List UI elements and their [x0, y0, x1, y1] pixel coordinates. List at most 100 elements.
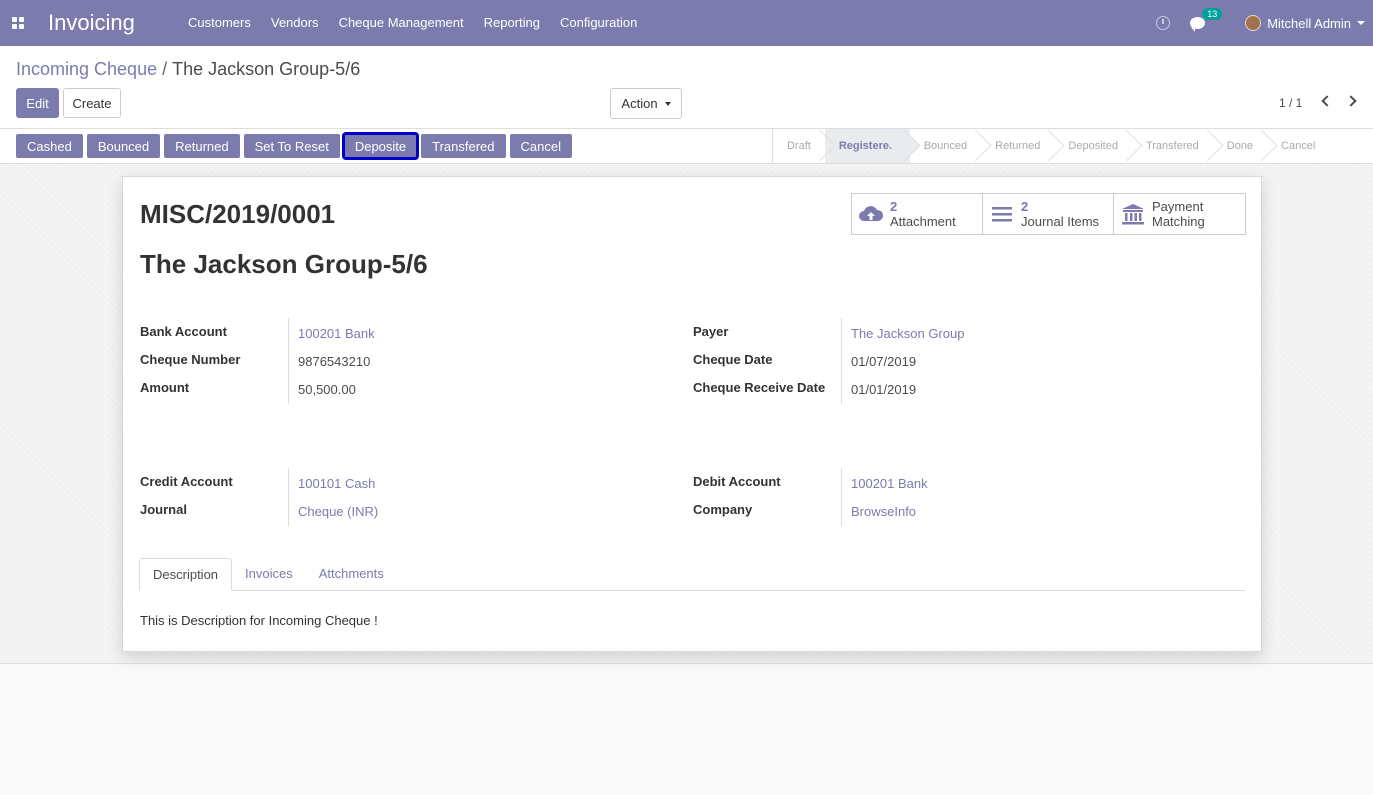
create-button[interactable]: Create: [63, 88, 121, 118]
breadcrumb-separator: /: [162, 59, 168, 79]
field-credit-account: Credit Account 100101 Cash: [140, 474, 660, 502]
state-buttons: Cashed Bounced Returned Set To Reset Dep…: [16, 132, 576, 160]
attachment-text: 2 Attachment: [890, 199, 956, 229]
cheque-number-value: 9876543210: [298, 354, 371, 369]
menu-cheque-management[interactable]: Cheque Management: [329, 0, 474, 46]
journal-label: Journal: [140, 502, 187, 517]
cancel-button[interactable]: Cancel: [509, 134, 572, 158]
journal-items-smart-button[interactable]: 2 Journal Items: [983, 194, 1114, 234]
stage-transfered[interactable]: Transfered: [1132, 129, 1213, 163]
tab-invoices[interactable]: Invoices: [232, 558, 306, 591]
payment-matching-text: Payment Matching: [1152, 199, 1205, 229]
action-label: Action: [621, 96, 658, 111]
attachment-smart-button[interactable]: 2 Attachment: [852, 194, 983, 234]
cheque-date-value: 01/07/2019: [851, 354, 917, 369]
status-bar: Cashed Bounced Returned Set To Reset Dep…: [0, 129, 1373, 164]
menu-customers[interactable]: Customers: [178, 0, 261, 46]
company-value[interactable]: BrowseInfo: [851, 504, 916, 519]
app-brand[interactable]: Invoicing: [48, 10, 168, 36]
field-payer: Payer The Jackson Group: [693, 324, 1213, 352]
field-cheque-date: Cheque Date 01/07/2019: [693, 352, 1213, 380]
debit-account-value[interactable]: 100201 Bank: [851, 476, 928, 491]
description-text: This is Description for Incoming Cheque …: [140, 613, 378, 628]
company-label: Company: [693, 502, 753, 517]
activity-clock-icon[interactable]: [1156, 16, 1171, 30]
journal-items-label: Journal Items: [1021, 214, 1100, 229]
apps-menu-icon[interactable]: [10, 15, 26, 31]
tab-description[interactable]: Description: [139, 558, 233, 591]
form-sheet: 2 Attachment 2 Journal Items Payment Mat…: [122, 176, 1262, 652]
action-dropdown-button[interactable]: Action: [610, 88, 682, 119]
smart-buttons: 2 Attachment 2 Journal Items Payment Mat…: [851, 193, 1246, 235]
field-cheque-receive-date: Cheque Receive Date 01/01/2019: [693, 380, 1213, 408]
control-panel: Incoming Cheque / The Jackson Group-5/6 Ed…: [0, 46, 1373, 129]
field-debit-account: Debit Account 100201 Bank: [693, 474, 1213, 502]
pager-value[interactable]: 1 / 1: [1279, 96, 1302, 110]
attachment-count: 2: [890, 199, 898, 214]
field-bank-account: Bank Account 100201 Bank: [140, 324, 660, 352]
stage-deposited[interactable]: Deposited: [1054, 129, 1132, 163]
journal-value[interactable]: Cheque (INR): [298, 504, 378, 519]
left-bottom-group: Credit Account 100101 Cash Journal Chequ…: [140, 468, 660, 530]
cheque-receive-date-value: 01/01/2019: [851, 382, 917, 397]
transfered-button[interactable]: Transfered: [421, 134, 506, 158]
chat-bubble-icon[interactable]: [1190, 17, 1206, 32]
journal-items-count: 2: [1021, 199, 1029, 214]
user-menu-caret-icon[interactable]: [1357, 21, 1365, 25]
cheque-receive-date-label: Cheque Receive Date: [693, 380, 826, 395]
edit-button[interactable]: Edit: [16, 88, 59, 118]
attachment-label: Attachment: [890, 214, 956, 229]
breadcrumb-current: The Jackson Group-5/6: [172, 59, 361, 79]
payer-value[interactable]: The Jackson Group: [851, 326, 964, 341]
stage-draft[interactable]: Draft: [773, 129, 825, 163]
pager-previous-icon[interactable]: [1321, 95, 1333, 107]
form-background: 2 Attachment 2 Journal Items Payment Mat…: [0, 164, 1373, 664]
cheque-number-label: Cheque Number: [140, 352, 241, 367]
messaging-menu[interactable]: 13: [1190, 8, 1223, 32]
credit-account-label: Credit Account: [140, 474, 233, 489]
payment-matching-smart-button[interactable]: Payment Matching: [1114, 194, 1245, 234]
breadcrumb: Incoming Cheque / The Jackson Group-5/6: [16, 59, 360, 80]
record-name: The Jackson Group-5/6: [140, 249, 428, 279]
list-icon: [992, 207, 1012, 222]
user-avatar[interactable]: [1245, 15, 1262, 31]
field-amount: Amount 50,500.00: [140, 380, 660, 408]
user-name[interactable]: Mitchell Admin: [1267, 16, 1351, 31]
stage-registered[interactable]: Registered: [824, 129, 910, 163]
right-top-group: Payer The Jackson Group Cheque Date 01/0…: [693, 318, 1213, 408]
stage-bounced[interactable]: Bounced: [910, 129, 981, 163]
menu-reporting[interactable]: Reporting: [474, 0, 550, 46]
set-to-reset-button[interactable]: Set To Reset: [243, 134, 340, 158]
returned-button[interactable]: Returned: [164, 134, 240, 158]
main-menu: Customers Vendors Cheque Management Repo…: [178, 0, 647, 46]
top-navbar: Invoicing Customers Vendors Cheque Manag…: [0, 0, 1373, 46]
amount-label: Amount: [140, 380, 190, 395]
cheque-date-label: Cheque Date: [693, 352, 773, 367]
payer-label: Payer: [693, 324, 729, 339]
caret-down-icon: [664, 101, 671, 106]
deposite-button[interactable]: Deposite: [341, 132, 420, 160]
breadcrumb-parent[interactable]: Incoming Cheque: [16, 59, 157, 79]
tab-attchments[interactable]: Attchments: [306, 558, 397, 591]
menu-configuration[interactable]: Configuration: [550, 0, 647, 46]
payment-matching-line1: Payment: [1152, 199, 1204, 214]
field-journal: Journal Cheque (INR): [140, 502, 660, 530]
record-reference: MISC/2019/0001: [140, 199, 336, 229]
bank-account-value[interactable]: 100201 Bank: [298, 326, 375, 341]
navbar-systray: 13 Mitchell Admin: [1156, 0, 1373, 46]
cloud-upload-icon: [859, 206, 884, 221]
pager-next-icon[interactable]: [1345, 95, 1357, 107]
amount-value: 50,500.00: [298, 382, 356, 397]
stage-pipeline: Draft Registered Bounced Returned Deposi…: [772, 129, 1329, 163]
bounced-button[interactable]: Bounced: [86, 134, 161, 158]
field-cheque-number: Cheque Number 9876543210: [140, 352, 660, 380]
field-company: Company BrowseInfo: [693, 502, 1213, 530]
payment-matching-line2: Matching: [1152, 214, 1205, 229]
journal-items-text: 2 Journal Items: [1021, 199, 1099, 229]
stage-returned[interactable]: Returned: [981, 129, 1054, 163]
notebook-tabs: Description Invoices Attchments: [139, 558, 1245, 591]
menu-vendors[interactable]: Vendors: [261, 0, 329, 46]
bank-account-label: Bank Account: [140, 324, 227, 339]
cashed-button[interactable]: Cashed: [16, 134, 83, 158]
credit-account-value[interactable]: 100101 Cash: [298, 476, 375, 491]
